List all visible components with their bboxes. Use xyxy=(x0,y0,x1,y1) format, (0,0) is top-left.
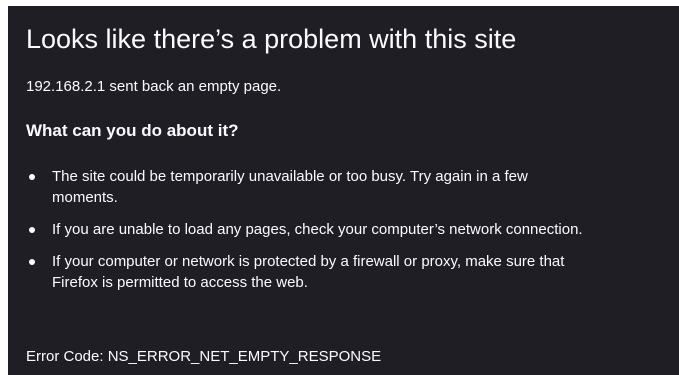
error-code: Error Code: NS_ERROR_NET_EMPTY_RESPONSE xyxy=(26,348,382,365)
bullet-icon xyxy=(29,259,35,265)
error-page-panel: Looks like there’s a problem with this s… xyxy=(8,6,679,375)
suggestion-text-line: moments. xyxy=(52,189,118,206)
bullet-icon xyxy=(29,174,35,180)
error-short-description: 192.168.2.1 sent back an empty page. xyxy=(26,78,282,95)
error-title: Looks like there’s a problem with this s… xyxy=(26,24,517,54)
bullet-icon xyxy=(29,227,35,233)
suggestion-item: If you are unable to load any pages, che… xyxy=(26,219,679,240)
suggestion-text-line: The site could be temporarily unavailabl… xyxy=(52,168,528,185)
suggestions-list: The site could be temporarily unavailabl… xyxy=(26,166,679,304)
suggestion-item: The site could be temporarily unavailabl… xyxy=(26,166,679,208)
suggestion-text-line: If your computer or network is protected… xyxy=(52,253,565,270)
suggestion-text-line: If you are unable to load any pages, che… xyxy=(52,221,583,238)
suggestion-item: If your computer or network is protected… xyxy=(26,251,679,293)
suggestion-text-line: Firefox is permitted to access the web. xyxy=(52,274,308,291)
suggestions-heading: What can you do about it? xyxy=(26,121,239,140)
